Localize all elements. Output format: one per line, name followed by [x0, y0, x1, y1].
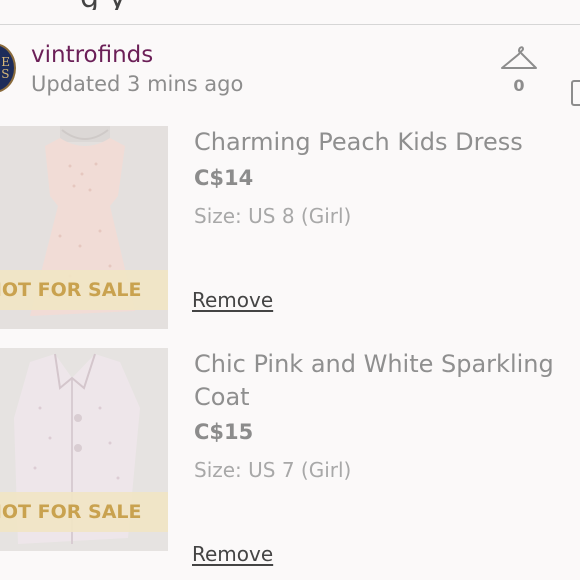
- not-for-sale-banner: NOT FOR SALE: [0, 270, 168, 310]
- item-size: Size: US 8 (Girl): [194, 204, 352, 228]
- seller-header: E S vintrofinds Updated 3 mins ago 0: [0, 38, 580, 108]
- page-title-partial: g y: [0, 0, 580, 10]
- header-divider: [0, 24, 580, 25]
- hanger-icon: [501, 46, 537, 69]
- likes-count: 0: [513, 76, 525, 95]
- item-size: Size: US 7 (Girl): [194, 458, 352, 482]
- updated-timestamp: Updated 3 mins ago: [31, 72, 244, 96]
- list-item: NOT FOR SALE Charming Peach Kids Dress C…: [0, 126, 580, 329]
- remove-button[interactable]: Remove: [192, 288, 273, 312]
- remove-button[interactable]: Remove: [192, 542, 273, 566]
- list-item: NOT FOR SALE Chic Pink and White Sparkli…: [0, 348, 580, 580]
- item-title[interactable]: Charming Peach Kids Dress: [194, 126, 554, 159]
- item-title[interactable]: Chic Pink and White Sparkling Coat: [194, 348, 554, 414]
- not-for-sale-banner: NOT FOR SALE: [0, 492, 168, 532]
- item-price: C$15: [194, 420, 254, 444]
- likes-button[interactable]: 0: [496, 42, 542, 102]
- item-price: C$14: [194, 166, 254, 190]
- seller-username[interactable]: vintrofinds: [31, 42, 153, 68]
- item-photo[interactable]: NOT FOR SALE: [0, 126, 168, 329]
- avatar-text: E S: [1, 55, 10, 81]
- item-photo[interactable]: NOT FOR SALE: [0, 348, 168, 551]
- avatar[interactable]: E S: [0, 43, 16, 93]
- share-icon[interactable]: [571, 80, 580, 106]
